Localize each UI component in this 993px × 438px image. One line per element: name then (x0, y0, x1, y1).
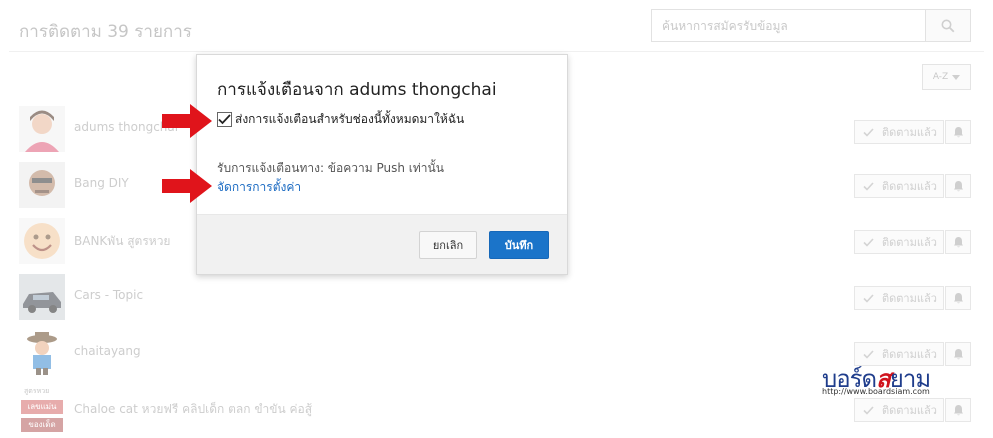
bell-icon (953, 349, 963, 360)
notification-bell-button[interactable] (945, 174, 971, 198)
subscribed-label: ติดตามแล้ว (882, 236, 937, 249)
annotation-arrow-icon (162, 104, 212, 138)
notification-bell-button[interactable] (945, 230, 971, 254)
dialog-footer: ยกเลิก บันทึก (197, 214, 567, 274)
subscribed-button[interactable]: ติดตามแล้ว (854, 230, 944, 254)
subscribed-button[interactable]: ติดตามแล้ว (854, 120, 944, 144)
subscribed-button[interactable]: ติดตามแล้ว (854, 286, 944, 310)
bell-icon (953, 181, 963, 192)
cancel-button[interactable]: ยกเลิก (419, 231, 477, 259)
checkmark-icon (218, 114, 231, 125)
checkmark-icon (863, 293, 874, 303)
avatar-text-top: สูตรหวย (24, 387, 50, 395)
checkmark-icon (863, 237, 874, 247)
avatar[interactable] (19, 218, 65, 264)
bell-icon (953, 405, 963, 416)
page-title: การติดตาม 39 รายการ (19, 22, 192, 42)
search-input[interactable] (652, 10, 925, 41)
bell-icon (953, 237, 963, 248)
subscribed-label: ติดตามแล้ว (882, 404, 937, 417)
notify-all-checkbox[interactable] (217, 112, 232, 127)
avatar-text-bottom: ของเด็ด (21, 418, 63, 432)
notify-all-checkbox-row[interactable]: ส่งการแจ้งเตือนสำหรับช่องนี้ทั้งหมดมาให้… (217, 110, 464, 129)
notification-bell-button[interactable] (945, 120, 971, 144)
channel-name[interactable]: BANKพัน สูตรหวย (74, 232, 170, 251)
avatar-text-middle: เลขแม่น (21, 400, 63, 414)
notification-bell-button[interactable] (945, 286, 971, 310)
avatar[interactable] (19, 162, 65, 208)
subscription-row: Cars - Topic ติดตามแล้ว (0, 274, 993, 330)
notification-bell-button[interactable] (945, 342, 971, 366)
subscribed-button[interactable]: ติดตามแล้ว (854, 174, 944, 198)
manage-settings-link[interactable]: จัดการการตั้งค่า (217, 178, 301, 197)
checkmark-icon (863, 405, 874, 415)
search-button[interactable] (925, 10, 970, 41)
notification-bell-button[interactable] (945, 398, 971, 422)
channel-name[interactable]: chaitayang (74, 344, 141, 358)
avatar[interactable] (19, 330, 65, 376)
channel-name[interactable]: Chaloe cat หวยฟรี คลิปเด็ก ตลก ขำขัน ค่อ… (74, 400, 312, 419)
avatar[interactable] (19, 106, 65, 152)
sort-label: A-Z (932, 72, 949, 82)
boardsiam-watermark: บอร์ดสยาม http://www.boardsiam.com (818, 356, 948, 402)
subscribed-label: ติดตามแล้ว (882, 292, 937, 305)
checkmark-icon (863, 181, 874, 191)
channel-name[interactable]: Cars - Topic (74, 288, 143, 302)
annotation-arrow-icon (162, 169, 212, 203)
notify-all-label: ส่งการแจ้งเตือนสำหรับช่องนี้ทั้งหมดมาให้… (235, 112, 465, 126)
chevron-down-icon (952, 74, 961, 80)
delivery-method-text: รับการแจ้งเตือนทาง: ข้อความ Push เท่านั้… (217, 161, 444, 175)
watermark-url: http://www.boardsiam.com (822, 387, 930, 396)
subscribed-label: ติดตามแล้ว (882, 126, 937, 139)
search-box (651, 9, 971, 42)
bell-icon (953, 127, 963, 138)
header-divider (9, 51, 984, 52)
subscribed-label: ติดตามแล้ว (882, 180, 937, 193)
search-icon (941, 19, 955, 32)
bell-icon (953, 293, 963, 304)
avatar[interactable]: สูตรหวย เลขแม่น ของเด็ด (19, 386, 65, 438)
checkmark-icon (863, 127, 874, 137)
save-button[interactable]: บันทึก (489, 231, 549, 259)
sort-dropdown[interactable]: A-Z (922, 64, 971, 90)
avatar[interactable] (19, 274, 65, 320)
dialog-title: การแจ้งเตือนจาก adums thongchai (217, 80, 497, 100)
channel-name[interactable]: Bang DIY (74, 176, 129, 190)
notification-dialog: การแจ้งเตือนจาก adums thongchai ส่งการแจ… (196, 54, 568, 275)
